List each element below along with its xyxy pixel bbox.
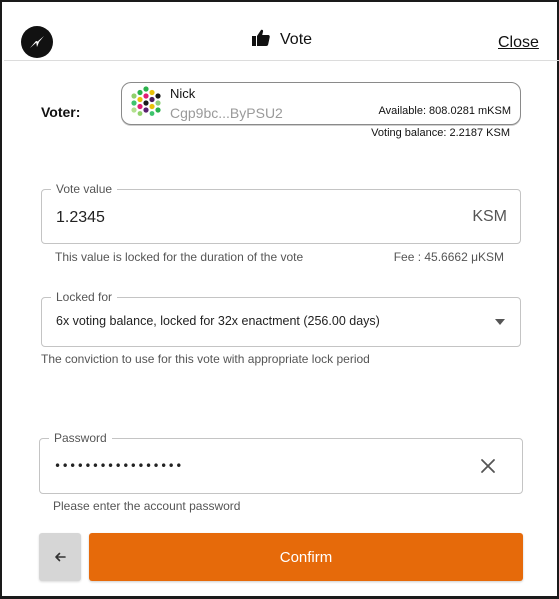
dialog-title-group: Vote [252, 29, 312, 51]
polkadot-logo-icon [21, 26, 53, 58]
close-link[interactable]: Close [498, 34, 539, 52]
password-label: Password [49, 430, 112, 446]
locked-for-selected-value[interactable]: 6x voting balance, locked for 32x enactm… [56, 314, 380, 328]
fee-text: Fee : 45.6662 μKSM [393, 250, 504, 264]
close-icon[interactable] [480, 458, 496, 474]
caret-down-icon[interactable] [494, 317, 506, 327]
vote-value-unit: KSM [472, 208, 507, 225]
locked-for-select[interactable]: Locked for 6x voting balance, locked for… [41, 289, 521, 347]
voting-balance: Voting balance: 2.2187 KSM [371, 127, 510, 139]
locked-for-label: Locked for [51, 289, 118, 305]
account-address: Cgp9bc...ByPSU2 [170, 105, 283, 121]
vote-value-input[interactable]: 1.2345 [56, 209, 105, 227]
password-helper: Please enter the account password [53, 499, 241, 513]
dialog-header: Vote Close [4, 4, 559, 61]
vote-value-helper: This value is locked for the duration of… [55, 250, 304, 264]
arrow-left-icon [55, 552, 66, 562]
identicon-avatar [131, 86, 161, 116]
vote-dialog: Vote Close Voter: Nick Cgp9bc...ByPSU2 A… [0, 0, 559, 599]
voter-account-card: Nick Cgp9bc...ByPSU2 Available: 808.0281… [121, 82, 521, 125]
confirm-button[interactable]: Confirm [89, 533, 523, 581]
thumbs-up-icon [252, 29, 270, 51]
voter-label: Voter: [41, 104, 81, 120]
available-balance: Available: 808.0281 mKSM [378, 105, 512, 117]
dialog-title: Vote [280, 31, 313, 48]
back-button[interactable] [39, 533, 81, 581]
vote-value-label: Vote value [51, 181, 118, 197]
account-name: Nick [170, 86, 196, 101]
password-field[interactable]: Password [39, 430, 523, 494]
locked-for-helper: The conviction to use for this vote with… [41, 352, 370, 366]
vote-value-field[interactable]: Vote value 1.2345 KSM [41, 181, 521, 244]
password-input[interactable] [54, 453, 454, 479]
